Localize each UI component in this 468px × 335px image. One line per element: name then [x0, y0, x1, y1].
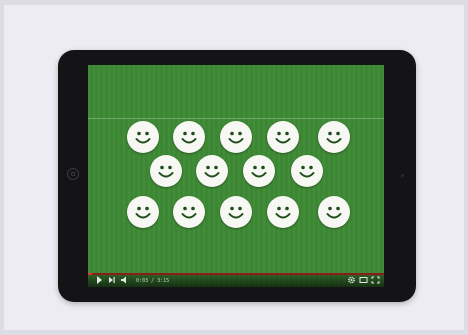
tablet-device: 0:03 / 3:15	[58, 50, 416, 302]
smiley-face-icon	[220, 196, 252, 228]
smiley-face-icon	[243, 155, 275, 187]
play-icon[interactable]	[96, 275, 103, 287]
field-line	[88, 118, 384, 119]
theater-mode-icon[interactable]	[359, 275, 368, 287]
smiley-face-icon	[173, 121, 205, 153]
video-player[interactable]: 0:03 / 3:15	[88, 65, 384, 287]
smiley-face-icon	[267, 121, 299, 153]
player-controls: 0:03 / 3:15	[88, 273, 384, 287]
smiley-face-icon	[196, 155, 228, 187]
next-icon[interactable]	[108, 275, 116, 287]
fullscreen-icon[interactable]	[371, 275, 380, 287]
smiley-face-icon	[267, 196, 299, 228]
smiley-face-icon	[318, 121, 350, 153]
camera-icon	[401, 174, 404, 177]
time-display: 0:03 / 3:15	[136, 278, 170, 284]
smiley-face-icon	[127, 121, 159, 153]
progress-bar[interactable]	[88, 273, 384, 275]
page-card: 0:03 / 3:15	[4, 5, 464, 330]
smiley-face-icon	[291, 155, 323, 187]
smiley-face-icon	[173, 196, 205, 228]
gear-icon[interactable]	[347, 275, 356, 287]
smiley-face-icon	[127, 196, 159, 228]
smiley-face-icon	[318, 196, 350, 228]
progress-fill	[88, 273, 93, 275]
home-button-icon	[67, 168, 79, 180]
smiley-face-icon	[150, 155, 182, 187]
volume-icon[interactable]	[120, 275, 128, 287]
smiley-face-icon	[220, 121, 252, 153]
